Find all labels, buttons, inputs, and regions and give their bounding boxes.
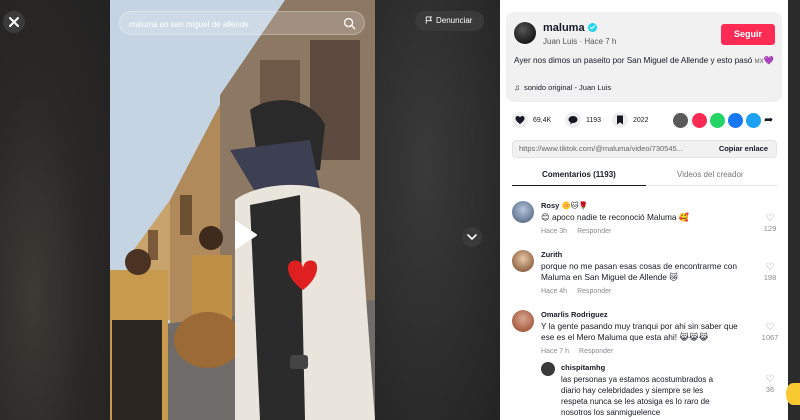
comment-time: Hace 4h [541,288,568,295]
comment-item: Omarlis Rodriguez Y la gente pasando muy… [512,310,782,365]
copy-link-button[interactable]: Copiar enlace [719,144,768,153]
reply-button[interactable]: Responder [577,228,611,235]
author-subtitle: Juan Luis · Hace 7 h [543,37,617,46]
floating-emoji-icon[interactable] [786,383,800,405]
heart-outline-icon[interactable]: ♡ [760,322,780,333]
embed-icon[interactable] [673,113,688,128]
comment-meta: Hace 3h Responder [541,228,621,235]
search-input[interactable] [129,16,339,32]
bookmark-icon[interactable] [612,112,628,129]
video-player[interactable] [110,0,375,420]
facebook-icon[interactable] [728,113,743,128]
comment-like[interactable]: ♡ 129 [760,213,780,233]
like-stat[interactable]: 69,4K [512,111,551,131]
video-blur-background-left [0,0,110,420]
comment-item: Zurith porque no me pasan esas cosas de … [512,250,782,300]
commenter-name[interactable]: Rosy 🌼🐱🌹 [541,201,588,210]
comment-item: Rosy 🌼🐱🌹 😊 apoco nadie te reconoció Malu… [512,201,782,243]
video-frame-scene [110,0,375,420]
purple-heart-emoji: 💜 [763,56,774,65]
twitter-icon[interactable] [746,113,761,128]
comment-text: 😊 apoco nadie te reconoció Maluma 🥰 [541,212,690,222]
comment-like[interactable]: ♡ 198 [760,262,780,282]
country-tag: MX [754,59,764,65]
reply-button[interactable]: Responder [579,348,613,355]
post-caption: Ayer nos dimos un paseito por San Miguel… [514,56,774,65]
close-icon [9,17,19,27]
play-icon[interactable] [226,217,262,253]
comment-text: porque no me pasan esas cosas de encontr… [541,261,738,282]
reply-button[interactable]: Responder [577,288,611,295]
tab-comments[interactable]: Comentarios (1193) [542,170,616,179]
commenter-avatar[interactable] [512,250,534,272]
heart-outline-icon[interactable]: ♡ [760,262,780,273]
comment-icon[interactable] [565,112,581,129]
heart-icon[interactable] [512,112,528,129]
report-button[interactable]: Denunciar [415,11,484,31]
search-icon[interactable] [343,17,356,30]
video-url[interactable]: https://www.tiktok.com/@maluma/video/730… [519,144,704,153]
commenter-avatar[interactable] [512,201,534,223]
copy-link-box: https://www.tiktok.com/@maluma/video/730… [512,140,777,158]
comment-like[interactable]: ♡ 1067 [760,322,780,342]
heart-outline-icon[interactable]: ♡ [760,374,780,385]
post-info-card: maluma Juan Luis · Hace 7 h Seguir Ayer … [506,12,782,102]
reply-text: las personas ya estamos acostumbrados a … [561,375,714,417]
whatsapp-icon[interactable] [710,113,725,128]
comment-text: Y la gente pasando muy tranqui por ahi s… [541,321,738,342]
next-video-button[interactable] [462,227,482,247]
author-name[interactable]: maluma [543,22,597,34]
reply-avatar[interactable] [541,362,555,376]
active-tab-indicator [512,184,646,186]
share-more-icon[interactable]: ➦ [764,113,773,126]
send-to-friends-icon[interactable] [692,113,707,128]
follow-button[interactable]: Seguir [721,24,775,45]
commenter-name[interactable]: Omarlis Rodriguez [541,310,608,319]
video-stage: Denunciar [0,0,500,420]
comment-reply: chispitamhg las personas ya estamos acos… [541,362,781,420]
reply-author-name[interactable]: chispitamhg [561,363,605,372]
comment-stat[interactable]: 1193 [565,111,601,131]
heart-outline-icon[interactable]: ♡ [760,213,780,224]
video-blur-background-right [375,0,500,420]
report-label: Denunciar [436,16,473,25]
flag-icon [425,16,433,24]
tab-creator-videos[interactable]: Videos del creador [677,170,744,179]
commenter-name[interactable]: Zurith [541,250,562,259]
search-bar[interactable] [119,11,365,35]
verified-badge-icon [587,23,597,32]
comment-time: Hace 7 h [541,348,570,355]
sound-link[interactable]: ♫ sonido original - Juan Luis [514,83,611,92]
music-note-icon: ♫ [514,83,520,92]
engagement-bar: 69,4K 1193 2022 ➦ [512,111,782,131]
comment-time: Hace 3h [541,228,568,235]
commenter-avatar[interactable] [512,310,534,332]
chevron-down-icon [467,234,477,241]
comment-meta: Hace 4h Responder [541,288,621,295]
page-scroll-edge [788,0,800,420]
close-button[interactable] [3,11,25,33]
author-avatar[interactable] [514,22,536,44]
save-stat[interactable]: 2022 [612,111,649,131]
comment-meta: Hace 7 h Responder [541,348,623,355]
reply-like[interactable]: ♡ 36 [760,374,780,394]
comment-tabs: Comentarios (1193) Videos del creador [512,166,777,186]
